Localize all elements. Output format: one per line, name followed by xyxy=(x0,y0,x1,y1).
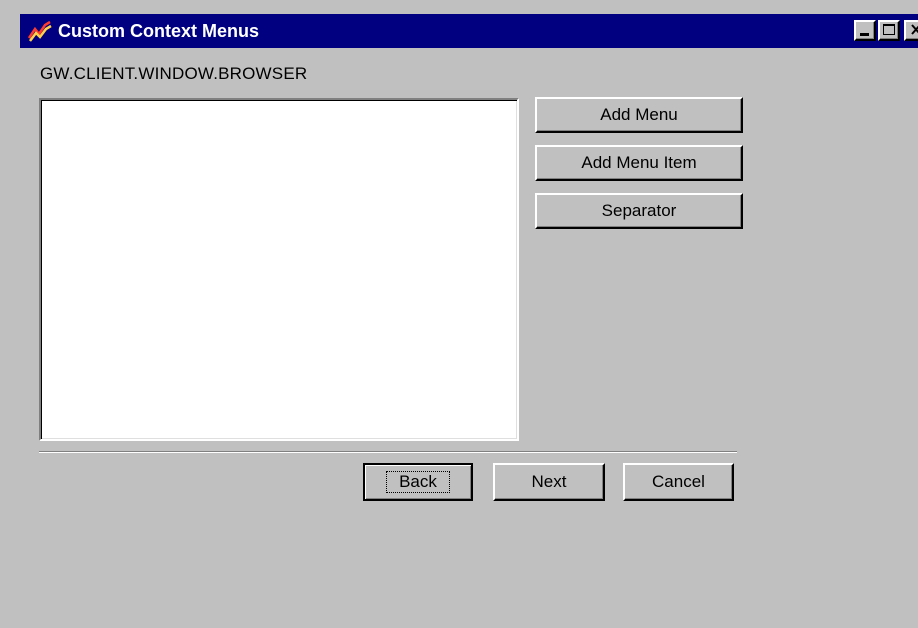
dialog-window: Custom Context Menus GW.CLIENT.WINDOW.BR… xyxy=(0,0,918,628)
close-icon xyxy=(911,24,918,35)
separator-button[interactable]: Separator xyxy=(535,193,743,229)
title-bar[interactable]: Custom Context Menus xyxy=(20,14,918,48)
next-button[interactable]: Next xyxy=(493,463,605,501)
maximize-button[interactable] xyxy=(878,20,900,41)
back-button[interactable]: Back xyxy=(363,463,473,501)
window-title: Custom Context Menus xyxy=(58,21,260,41)
close-button[interactable] xyxy=(904,20,918,41)
back-button-label: Back xyxy=(386,471,450,493)
app-icon xyxy=(27,20,52,42)
minimize-button[interactable] xyxy=(854,20,876,41)
divider xyxy=(39,451,737,453)
object-path-label: GW.CLIENT.WINDOW.BROWSER xyxy=(40,64,308,83)
add-menu-button[interactable]: Add Menu xyxy=(535,97,743,133)
add-menu-item-button[interactable]: Add Menu Item xyxy=(535,145,743,181)
cancel-button[interactable]: Cancel xyxy=(623,463,734,501)
menu-list[interactable] xyxy=(39,98,519,441)
minimize-icon xyxy=(860,33,869,36)
maximize-icon xyxy=(883,24,895,35)
